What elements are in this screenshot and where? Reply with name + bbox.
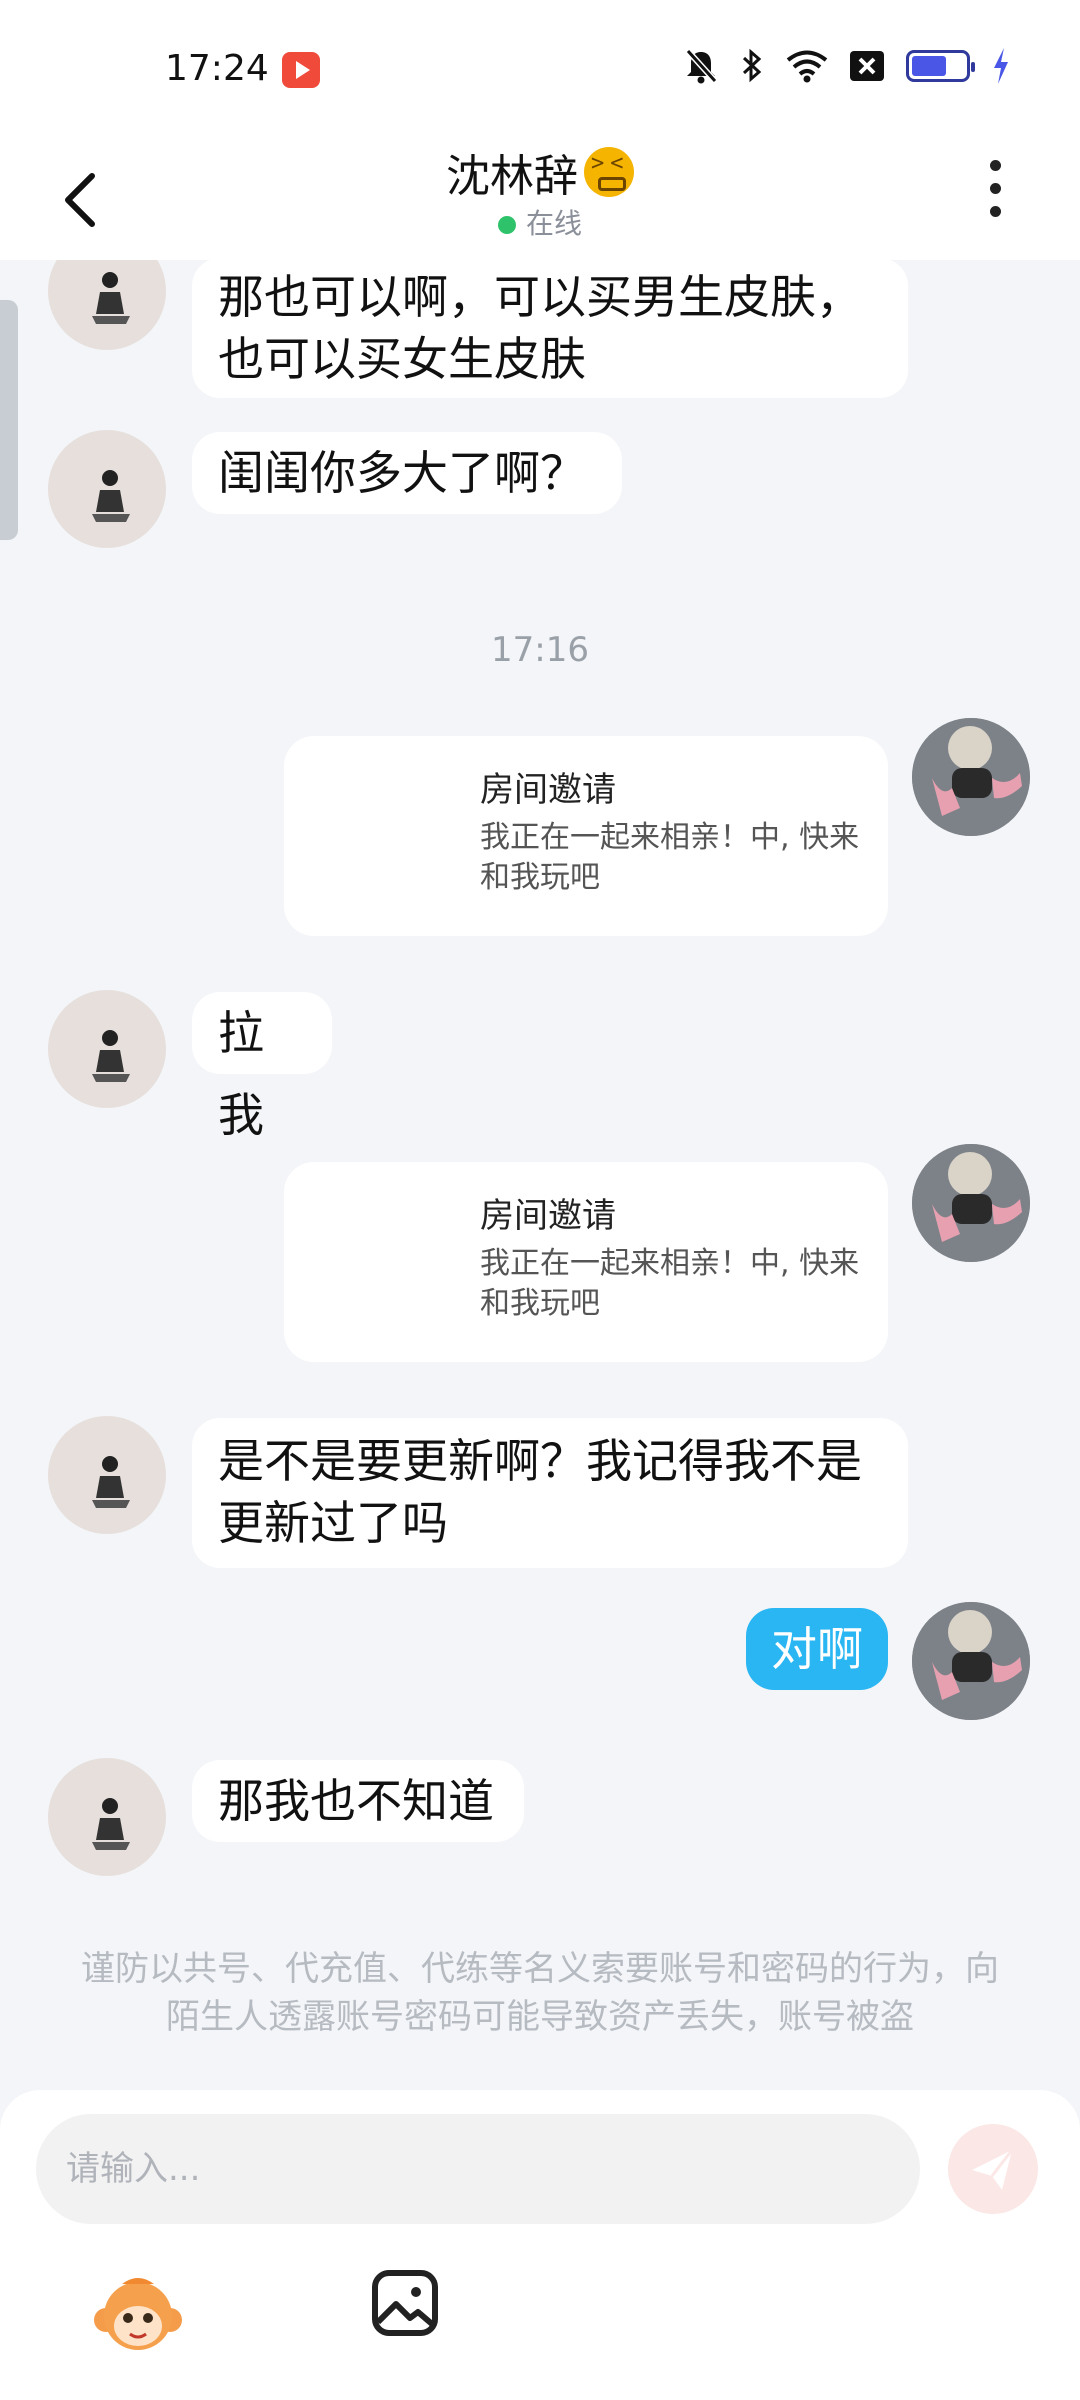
avatar-figure-icon xyxy=(92,1456,130,1508)
contact-name: 沈林辞 xyxy=(0,140,1080,204)
more-options-button[interactable] xyxy=(980,160,1010,230)
contact-avatar[interactable] xyxy=(48,1416,166,1534)
message-timestamp: 17:16 xyxy=(491,630,589,670)
room-invite-card[interactable]: 房间邀请 我正在一起来相亲！中, 快来和我玩吧 xyxy=(284,1162,888,1362)
avatar-figure-icon xyxy=(92,272,130,324)
contact-avatar[interactable] xyxy=(48,990,166,1108)
image-icon xyxy=(372,2270,438,2336)
contact-name-text: 沈林辞 xyxy=(446,151,578,202)
room-invite-title: 房间邀请 xyxy=(480,770,616,810)
confounded-face-emoji-icon xyxy=(584,147,634,197)
wifi-icon xyxy=(786,50,828,83)
room-invite-title: 房间邀请 xyxy=(480,1196,616,1236)
contact-avatar[interactable] xyxy=(48,260,166,350)
monkey-mascot-icon xyxy=(94,2278,182,2350)
message-bubble-incoming[interactable]: 那也可以啊，可以买男生皮肤，也可以买女生皮肤 xyxy=(192,260,908,398)
my-avatar[interactable] xyxy=(912,1144,1030,1262)
status-bar: 17:24 xyxy=(0,0,1080,130)
video-app-icon xyxy=(282,52,320,88)
message-bubble-outgoing[interactable]: 对啊 xyxy=(746,1608,888,1690)
chat-header: 沈林辞 在线 xyxy=(0,130,1080,260)
avatar-figure-icon xyxy=(92,1030,130,1082)
bluetooth-icon xyxy=(742,48,762,83)
avatar-figure-icon xyxy=(92,1798,130,1850)
avatar-figure-icon xyxy=(92,470,130,522)
room-invite-text: 我正在一起来相亲！中, 快来和我玩吧 xyxy=(480,820,860,895)
message-bubble-incoming[interactable]: 闺闺你多大了啊？ xyxy=(192,432,622,514)
online-dot-icon xyxy=(497,216,516,234)
message-bubble-incoming[interactable]: 拉我 xyxy=(192,992,332,1142)
chat-message-list[interactable]: 那也可以啊，可以买男生皮肤，也可以买女生皮肤 闺闺你多大了啊？ 17:16 房间… xyxy=(0,260,1080,2090)
online-status-text: 在线 xyxy=(525,207,582,240)
room-invite-card[interactable]: 房间邀请 我正在一起来相亲！中, 快来和我玩吧 xyxy=(284,736,888,936)
message-input-bar xyxy=(0,2090,1080,2400)
more-dot-icon xyxy=(989,206,1001,217)
mute-bell-icon xyxy=(685,48,718,84)
room-invite-text: 我正在一起来相亲！中, 快来和我玩吧 xyxy=(480,1246,860,1321)
status-icons xyxy=(684,48,1010,84)
avatar-photo-icon xyxy=(912,1602,1030,1720)
my-avatar[interactable] xyxy=(912,718,1030,836)
sim-off-icon xyxy=(850,51,884,81)
avatar-photo-icon xyxy=(912,718,1030,836)
send-button[interactable] xyxy=(948,2124,1038,2214)
avatar-photo-icon xyxy=(912,1144,1030,1262)
message-input[interactable] xyxy=(36,2114,920,2224)
status-time: 17:24 xyxy=(165,48,269,89)
battery-icon xyxy=(906,50,975,82)
online-status: 在线 xyxy=(0,202,1080,242)
contact-avatar[interactable] xyxy=(48,1758,166,1876)
image-picker-button[interactable] xyxy=(370,2268,440,2338)
message-bubble-incoming[interactable]: 那我也不知道 xyxy=(192,1760,524,1842)
message-bubble-incoming[interactable]: 是不是要更新啊？我记得我不是更新过了吗 xyxy=(192,1418,908,1568)
charging-icon xyxy=(994,48,1008,84)
mascot-emoji-button[interactable] xyxy=(92,2270,184,2362)
send-arrow-icon xyxy=(972,2149,1014,2190)
my-avatar[interactable] xyxy=(912,1602,1030,1720)
contact-avatar[interactable] xyxy=(48,430,166,548)
security-notice: 谨防以共号、代充值、代练等名义索要账号和密码的行为，向陌生人透露账号密码可能导致… xyxy=(81,1949,999,2037)
more-dot-icon xyxy=(989,160,1001,171)
scrollbar[interactable] xyxy=(0,300,18,540)
more-dot-icon xyxy=(989,183,1001,194)
